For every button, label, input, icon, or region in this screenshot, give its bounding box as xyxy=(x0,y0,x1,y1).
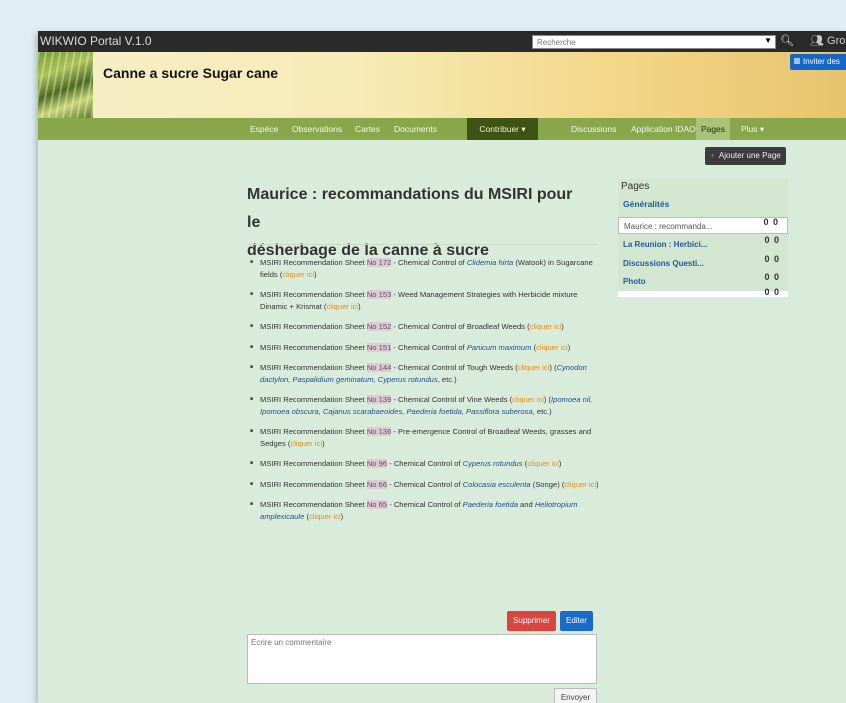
recommendation-list: MSIRI Recommendation Sheet No 172 - Chem… xyxy=(250,257,605,531)
contribute-label: Contribuer xyxy=(479,124,520,134)
list-item: MSIRI Recommendation Sheet No 66 - Chemi… xyxy=(250,479,605,491)
sidebar-item-photo[interactable]: Photo 0 0 xyxy=(618,272,788,290)
sidebar-item-marker: 0 0 xyxy=(764,235,780,245)
list-item: MSIRI Recommendation Sheet No 65 - Chemi… xyxy=(250,499,605,522)
search-box[interactable]: ▼ xyxy=(532,35,776,49)
click-here-link[interactable]: cliquer ici xyxy=(326,302,358,311)
top-bar: WIKWIO Portal V.1.0 ▼ 🔍︎ 👥︎ Gro xyxy=(38,31,846,52)
edit-button[interactable]: Editer xyxy=(560,611,593,631)
list-item: MSIRI Recommendation Sheet No 144 - Chem… xyxy=(250,362,605,385)
sheet-number: No 136 xyxy=(366,427,392,436)
sidebar-item-discussions[interactable]: Discussions Questi... 0 0 xyxy=(618,254,788,272)
nav-contribute-dropdown[interactable]: Contribuer ▾ xyxy=(467,118,538,140)
sheet-number: No 172 xyxy=(366,258,392,267)
browser-viewport: WIKWIO Portal V.1.0 ▼ 🔍︎ 👥︎ Gro Canne a … xyxy=(38,31,846,703)
sidebar-item-label: Photo xyxy=(623,277,646,286)
sheet-number: No 151 xyxy=(366,342,392,352)
groups-link[interactable]: 👥︎ Gro xyxy=(810,34,845,47)
list-item: MSIRI Recommendation Sheet No 136 - Pre-… xyxy=(250,426,605,449)
sheet-number: No 139 xyxy=(366,395,392,404)
nav-item-more[interactable]: Plus ▾ xyxy=(741,124,764,135)
nav-item-application-idao[interactable]: Application IDAO xyxy=(631,124,696,134)
page-title: Maurice : recommandations du MSIRI pour … xyxy=(247,181,577,265)
click-here-link[interactable]: cliquer ici xyxy=(512,395,544,404)
main-nav: Espèce Observations Cartes Documents Con… xyxy=(38,118,846,140)
sidebar-footer: 0 0 xyxy=(618,287,788,297)
nav-item-documents[interactable]: Documents xyxy=(394,124,437,134)
sheet-number: No 144 xyxy=(366,363,392,372)
users-icon: 👥︎ xyxy=(810,35,824,47)
invite-button[interactable]: Inviter des xyxy=(790,54,846,70)
species-name: Cyperus rotundus xyxy=(462,459,523,468)
site-banner: Canne a sucre Sugar cane Inviter des xyxy=(38,52,846,118)
nav-item-discussions[interactable]: Discussions xyxy=(571,124,616,134)
nav-item-cartes[interactable]: Cartes xyxy=(355,124,380,134)
add-page-label: Ajouter une Page xyxy=(718,151,781,160)
plus-icon: + xyxy=(710,151,715,160)
click-here-link[interactable]: cliquer ici xyxy=(518,363,550,372)
sidebar-item-generalites[interactable]: Généralités xyxy=(623,199,669,209)
click-here-link[interactable]: cliquer ici xyxy=(282,270,314,279)
click-here-link[interactable]: cliquer ici xyxy=(290,439,322,448)
search-icon[interactable]: 🔍︎ xyxy=(780,34,794,47)
sidebar-item-marker: 0 0 xyxy=(764,254,780,264)
list-item: MSIRI Recommendation Sheet No 96 - Chemi… xyxy=(250,458,605,470)
click-here-link[interactable]: cliquer ici xyxy=(309,512,341,521)
list-item: MSIRI Recommendation Sheet No 139 - Chem… xyxy=(250,394,605,417)
sidebar-item-maurice[interactable]: Maurice : recommanda... 0 0 xyxy=(618,217,788,234)
sugarcane-banner-image xyxy=(38,52,93,118)
sidebar-item-marker: 0 0 xyxy=(764,272,780,282)
click-here-link[interactable]: cliquer ici xyxy=(564,480,596,489)
sidebar-item-label: Maurice : recommanda... xyxy=(624,222,713,231)
pages-sidebar: Pages Généralités Maurice : recommanda..… xyxy=(618,179,788,297)
app-title[interactable]: WIKWIO Portal V.1.0 xyxy=(40,34,152,48)
species-name: Paederia foetida xyxy=(462,500,518,509)
sidebar-item-la-reunion[interactable]: La Reunion : Herbici... 0 0 xyxy=(618,235,788,253)
delete-button[interactable]: Supprimer xyxy=(507,611,556,631)
nav-item-observations[interactable]: Observations xyxy=(292,124,342,134)
caret-down-icon: ▾ xyxy=(759,124,765,134)
sheet-number: No 153 xyxy=(366,290,392,299)
list-item: MSIRI Recommendation Sheet No 153 - Weed… xyxy=(250,289,605,312)
list-item: MSIRI Recommendation Sheet No 152 - Chem… xyxy=(250,321,605,333)
page-title-line-1: Maurice : recommandations du MSIRI pour … xyxy=(247,186,573,231)
send-button[interactable]: Envoyer xyxy=(554,688,597,703)
species-name: Panicum maximum xyxy=(466,342,532,352)
comment-input[interactable] xyxy=(247,634,597,684)
species-name: Colocasia esculenta xyxy=(462,479,531,489)
search-dropdown-caret-icon[interactable]: ▼ xyxy=(764,36,772,45)
sidebar-item-marker: 0 0 xyxy=(764,287,780,297)
click-here-link[interactable]: cliquer ici xyxy=(527,459,559,468)
user-plus-icon xyxy=(794,58,800,64)
sidebar-item-label: La Reunion : Herbici... xyxy=(623,240,708,249)
click-here-link[interactable]: cliquer ici xyxy=(530,322,562,331)
site-title[interactable]: Canne a sucre Sugar cane xyxy=(103,65,278,81)
invite-label: Inviter des xyxy=(803,57,840,66)
sheet-number: No 96 xyxy=(366,459,388,468)
sheet-number: No 65 xyxy=(366,500,388,509)
sidebar-item-label: Discussions Questi... xyxy=(623,259,704,268)
species-name: Clidemia hirta xyxy=(466,258,514,267)
groups-label: Gro xyxy=(827,35,846,47)
nav-item-espece[interactable]: Espèce xyxy=(250,124,278,134)
sheet-number: No 152 xyxy=(366,322,392,331)
sidebar-title: Pages xyxy=(621,181,650,192)
list-item: MSIRI Recommendation Sheet No 172 - Chem… xyxy=(250,257,605,280)
add-page-button[interactable]: + Ajouter une Page xyxy=(705,147,786,165)
caret-down-icon: ▾ xyxy=(521,124,526,134)
nav-item-pages[interactable]: Pages xyxy=(696,118,730,140)
more-label: Plus xyxy=(741,124,758,134)
sidebar-item-marker: 0 0 xyxy=(763,217,779,227)
click-here-link[interactable]: cliquer ici xyxy=(536,343,568,352)
sheet-number: No 66 xyxy=(366,479,388,489)
search-input[interactable] xyxy=(533,36,762,48)
divider xyxy=(247,244,597,245)
list-item: MSIRI Recommendation Sheet No 151 - Chem… xyxy=(250,342,605,354)
